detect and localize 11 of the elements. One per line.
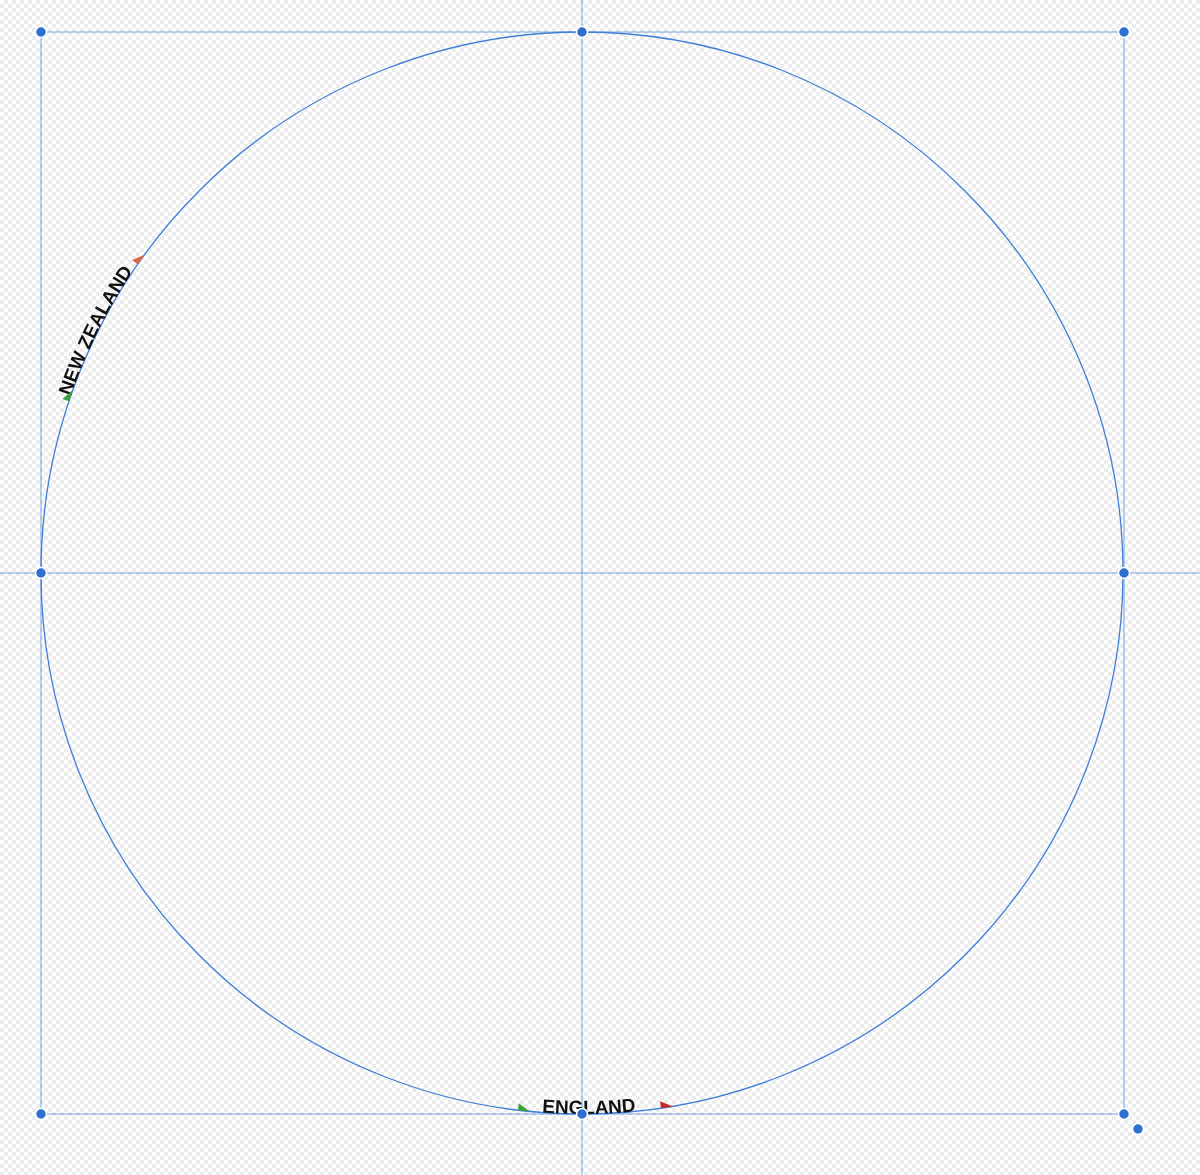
selection-handle[interactable] [1117,1107,1131,1121]
end-marker-icon[interactable] [132,254,145,265]
selection-handle[interactable] [1117,25,1131,39]
selection-handle[interactable] [1131,1122,1145,1136]
selection-handle[interactable] [34,25,48,39]
selection-handle[interactable] [575,25,589,39]
selection-handle[interactable] [34,1107,48,1121]
end-marker-icon[interactable] [660,1101,673,1109]
selection-handle[interactable] [34,566,48,580]
selection-handle[interactable] [1117,566,1131,580]
start-marker-icon[interactable] [517,1103,530,1112]
